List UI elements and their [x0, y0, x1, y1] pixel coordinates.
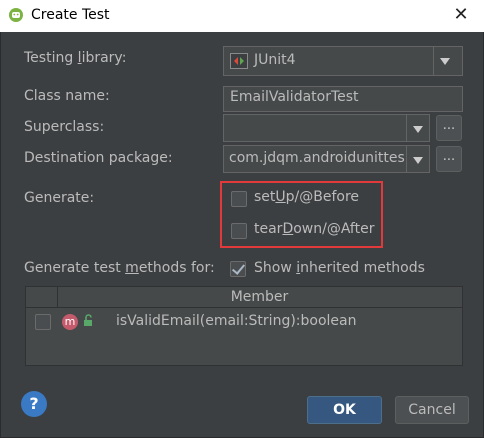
class-name-field[interactable]: EmailValidatorTest	[223, 86, 463, 112]
chevron-down-icon[interactable]	[406, 146, 429, 172]
class-name-label: Class name:	[24, 88, 110, 104]
generate-label: Generate:	[24, 190, 95, 206]
method-icon: m	[62, 314, 78, 330]
member-column-header[interactable]: Member	[57, 287, 462, 307]
chevron-down-icon[interactable]	[406, 115, 429, 141]
table-header: Member	[26, 287, 462, 308]
destination-package-label: Destination package:	[24, 150, 173, 166]
testing-library-select[interactable]: JUnit4	[223, 46, 463, 76]
window-title: Create Test	[31, 7, 110, 23]
method-signature: isValidEmail(email:String):boolean	[116, 313, 357, 329]
help-icon[interactable]: ?	[21, 391, 47, 417]
superclass-browse-button[interactable]: ...	[436, 115, 462, 141]
ok-button[interactable]: OK	[307, 396, 382, 424]
cancel-button[interactable]: Cancel	[395, 396, 469, 424]
show-inherited-label[interactable]: Show inherited methods	[254, 260, 425, 276]
method-checkbox[interactable]	[35, 314, 51, 330]
setup-label[interactable]: setUp/@Before	[254, 189, 359, 205]
superclass-label: Superclass:	[24, 119, 105, 135]
chevron-down-icon[interactable]	[433, 47, 462, 75]
superclass-select[interactable]	[223, 114, 430, 142]
teardown-label[interactable]: tearDown/@After	[254, 221, 374, 237]
android-icon	[9, 8, 23, 22]
members-table: Member m isValidEmail(email:String):bool…	[25, 286, 463, 366]
generate-methods-label: Generate test methods for:	[24, 260, 215, 276]
close-icon[interactable]: ✕	[450, 4, 472, 26]
setup-checkbox[interactable]	[231, 191, 247, 207]
show-inherited-checkbox[interactable]	[230, 261, 246, 277]
header-check-column[interactable]	[26, 287, 58, 307]
junit-icon	[230, 53, 248, 69]
create-test-dialog: Testing library: JUnit4 Class name: Emai…	[0, 32, 484, 438]
testing-library-label: Testing library:	[24, 50, 127, 66]
title-bar: Create Test ✕	[0, 0, 484, 32]
destination-package-select[interactable]: com.jdqm.androidunittest	[223, 145, 430, 173]
teardown-checkbox[interactable]	[231, 223, 247, 239]
destination-package-browse-button[interactable]: ...	[436, 146, 462, 172]
lock-open-icon	[84, 314, 92, 326]
destination-package-value: com.jdqm.androidunittest	[229, 150, 405, 166]
testing-library-value: JUnit4	[254, 52, 296, 68]
table-row[interactable]: m isValidEmail(email:String):boolean	[26, 309, 462, 335]
